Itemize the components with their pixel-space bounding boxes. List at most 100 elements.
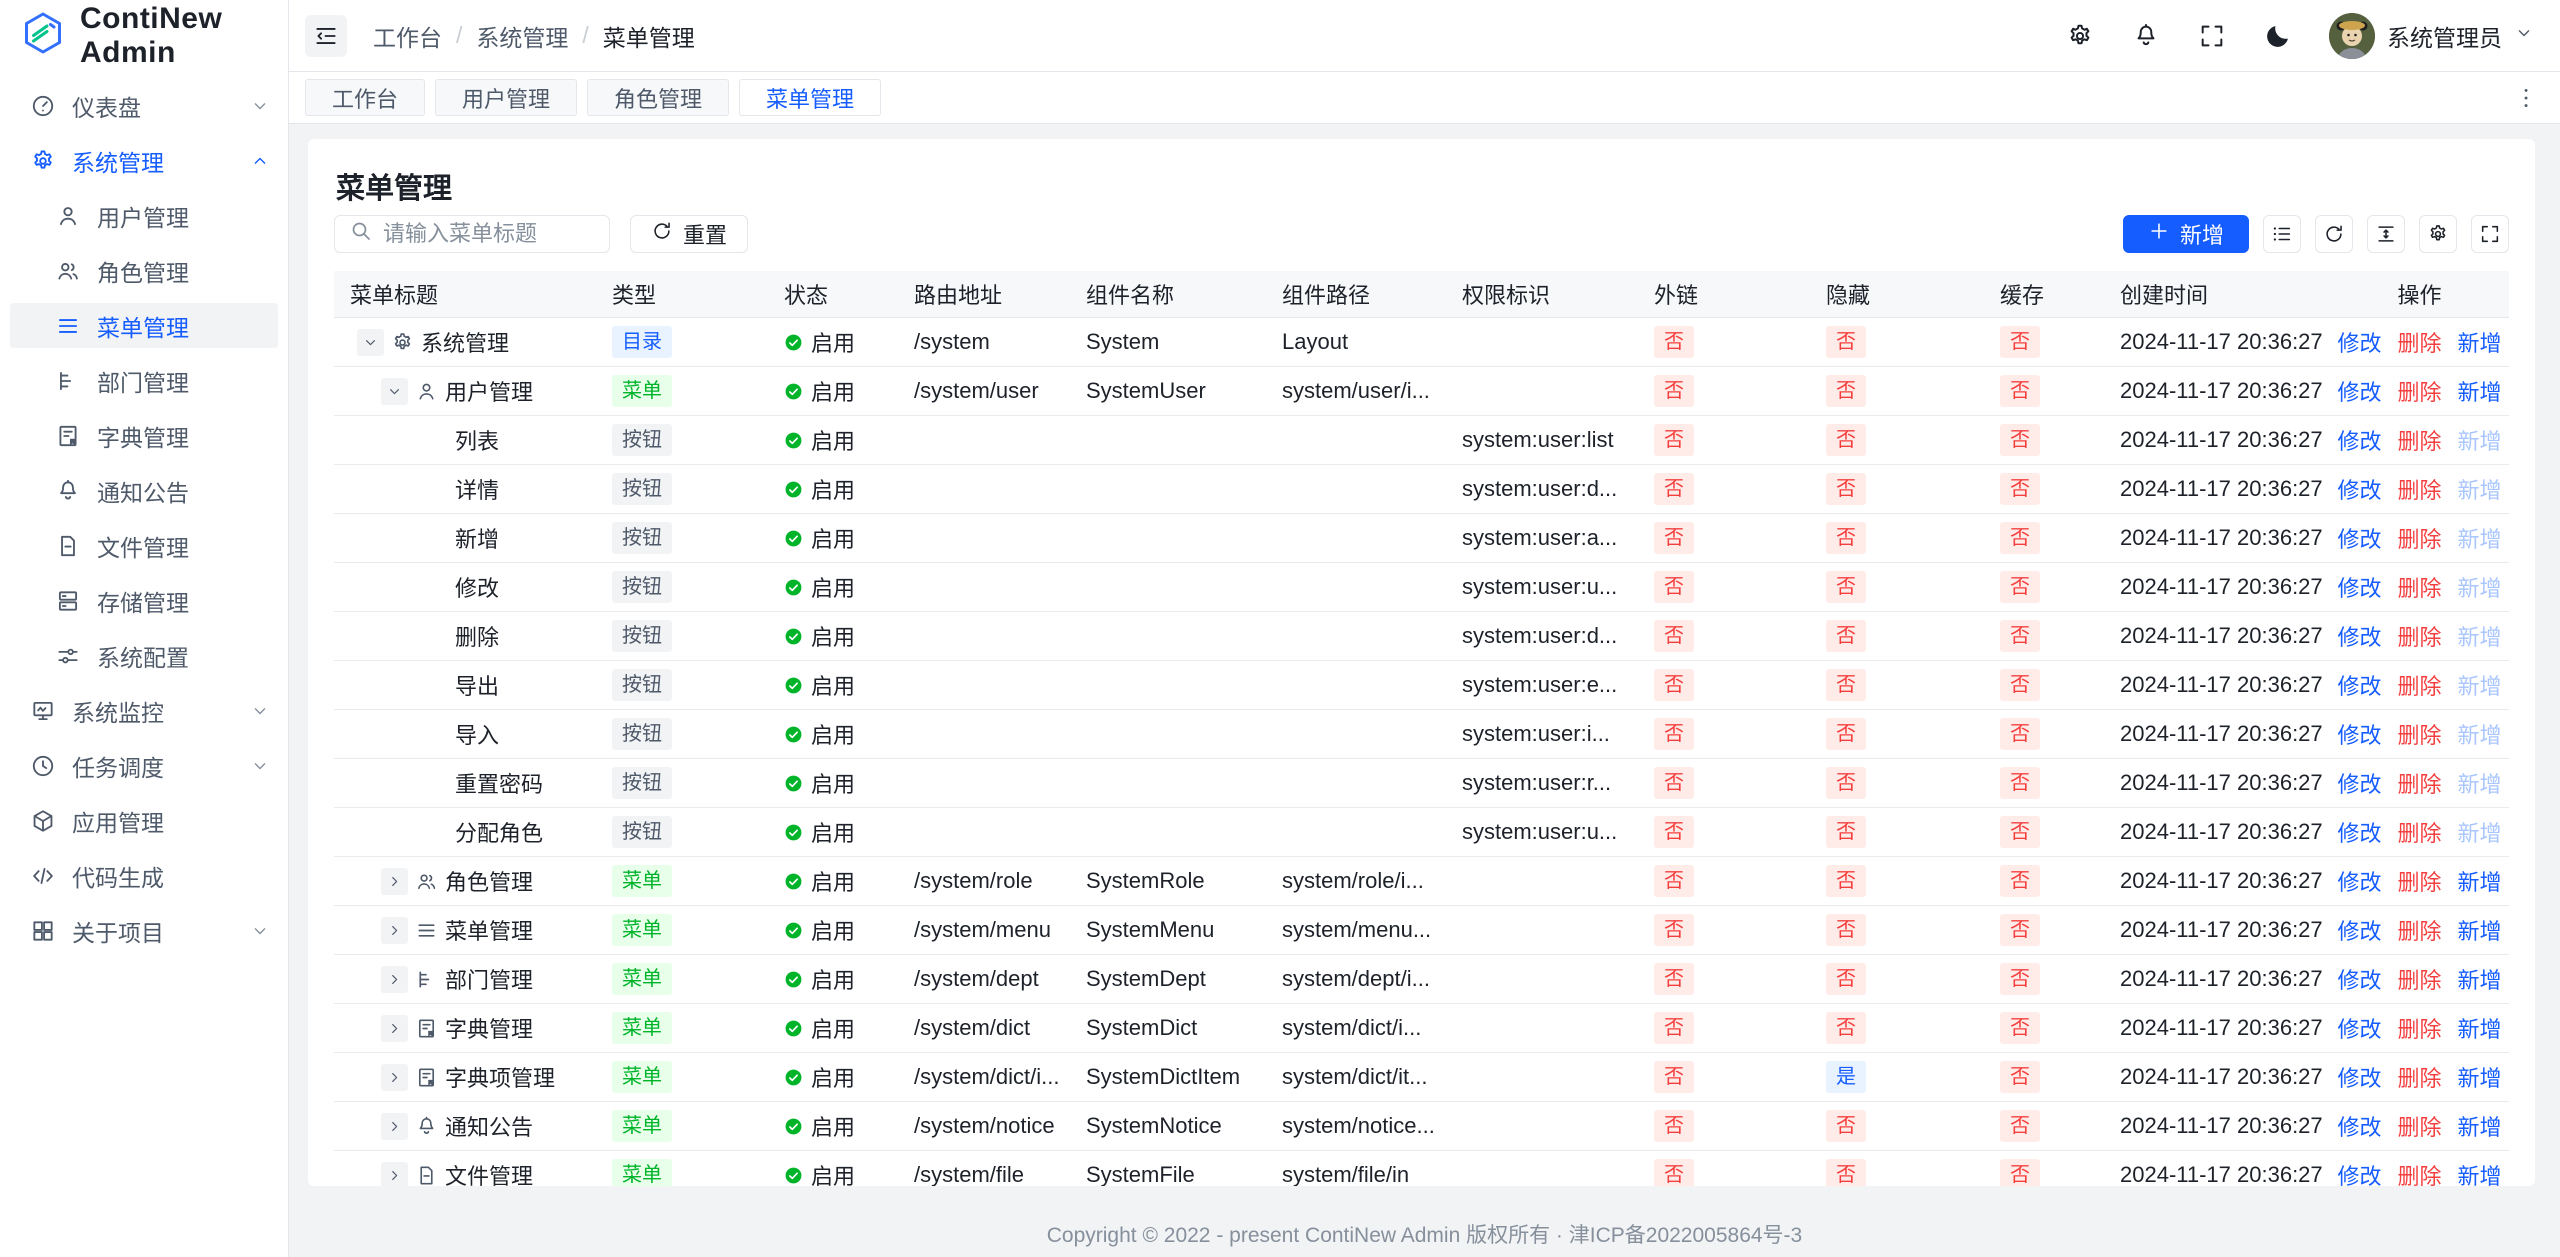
op-edit-link[interactable]: 修改 [2337, 865, 2381, 897]
op-delete-link[interactable]: 删除 [2397, 865, 2441, 897]
op-delete-link[interactable]: 删除 [2397, 963, 2441, 995]
sidebar-item-用户管理[interactable]: 用户管理 [0, 188, 288, 243]
dark-mode-moon-icon[interactable] [2263, 21, 2293, 51]
op-edit-link[interactable]: 修改 [2337, 1012, 2381, 1044]
op-add-link[interactable]: 新增 [2458, 865, 2502, 897]
op-delete-link[interactable]: 删除 [2397, 816, 2441, 848]
op-delete-link[interactable]: 删除 [2397, 767, 2441, 799]
sidebar-item-通知公告[interactable]: 通知公告 [0, 463, 288, 518]
op-add-link[interactable]: 新增 [2458, 1012, 2502, 1044]
sidebar-item-文件管理[interactable]: 文件管理 [0, 518, 288, 573]
op-delete-link[interactable]: 删除 [2397, 1110, 2441, 1142]
sidebar-item-菜单管理[interactable]: 菜单管理 [0, 298, 288, 353]
check-circle-icon [784, 480, 803, 499]
op-edit-link[interactable]: 修改 [2337, 1110, 2381, 1142]
hidden-badge: 否 [1826, 963, 1866, 995]
sidebar-item-任务调度[interactable]: 任务调度 [0, 738, 288, 793]
op-delete-link[interactable]: 删除 [2397, 571, 2441, 603]
sidebar-item-部门管理[interactable]: 部门管理 [0, 353, 288, 408]
op-edit-link[interactable]: 修改 [2337, 914, 2381, 946]
notification-bell-icon[interactable] [2131, 21, 2161, 51]
op-edit-link[interactable]: 修改 [2337, 963, 2381, 995]
op-edit-link[interactable]: 修改 [2337, 571, 2381, 603]
op-edit-link[interactable]: 修改 [2337, 473, 2381, 505]
settings-icon[interactable] [2065, 21, 2095, 51]
sidebar-item-关于项目[interactable]: 关于项目 [0, 903, 288, 958]
op-delete-link[interactable]: 删除 [2397, 914, 2441, 946]
tab-用户管理[interactable]: 用户管理 [435, 79, 577, 116]
tab-more-icon[interactable] [2508, 80, 2544, 116]
tree-toggle[interactable] [381, 1015, 408, 1042]
tree-toggle[interactable] [381, 378, 408, 405]
add-button[interactable]: 新增 [2123, 215, 2249, 253]
sidebar-item-仪表盘[interactable]: 仪表盘 [0, 78, 288, 133]
refresh-table-button[interactable] [2315, 215, 2353, 253]
status-cell: 启用 [768, 767, 898, 799]
tree-toggle[interactable] [381, 917, 408, 944]
op-add-link[interactable]: 新增 [2458, 375, 2502, 407]
sidebar-item-系统管理[interactable]: 系统管理 [0, 133, 288, 188]
tab-角色管理[interactable]: 角色管理 [587, 79, 729, 116]
op-edit-link[interactable]: 修改 [2337, 669, 2381, 701]
sidebar-item-系统监控[interactable]: 系统监控 [0, 683, 288, 738]
op-edit-link[interactable]: 修改 [2337, 620, 2381, 652]
op-edit-link[interactable]: 修改 [2337, 816, 2381, 848]
op-add-link[interactable]: 新增 [2458, 326, 2502, 358]
fullscreen-icon[interactable] [2197, 21, 2227, 51]
op-edit-link[interactable]: 修改 [2337, 326, 2381, 358]
sidebar-item-字典管理[interactable]: 字典管理 [0, 408, 288, 463]
op-delete-link[interactable]: 删除 [2397, 1159, 2441, 1186]
op-edit-link[interactable]: 修改 [2337, 424, 2381, 456]
tree-toggle[interactable] [381, 1064, 408, 1091]
op-add-link[interactable]: 新增 [2458, 1159, 2502, 1186]
op-delete-link[interactable]: 删除 [2397, 522, 2441, 554]
sidebar-item-应用管理[interactable]: 应用管理 [0, 793, 288, 848]
op-delete-link[interactable]: 删除 [2397, 718, 2441, 750]
cache-badge: 否 [2000, 326, 2040, 358]
table-fullscreen-button[interactable] [2471, 215, 2509, 253]
op-delete-link[interactable]: 删除 [2397, 424, 2441, 456]
breadcrumb-item-系统管理[interactable]: 系统管理 [476, 19, 568, 53]
op-delete-link[interactable]: 删除 [2397, 473, 2441, 505]
op-delete-link[interactable]: 删除 [2397, 1012, 2441, 1044]
op-delete-link[interactable]: 删除 [2397, 326, 2441, 358]
list-view-button[interactable] [2263, 215, 2301, 253]
user-menu[interactable]: 系统管理员 [2329, 13, 2534, 59]
op-add-link[interactable]: 新增 [2458, 1110, 2502, 1142]
op-delete-link[interactable]: 删除 [2397, 669, 2441, 701]
op-edit-link[interactable]: 修改 [2337, 718, 2381, 750]
op-add-link[interactable]: 新增 [2458, 963, 2502, 995]
reset-button[interactable]: 重置 [630, 215, 748, 253]
breadcrumb-item-工作台[interactable]: 工作台 [373, 19, 442, 53]
tree-toggle[interactable] [381, 868, 408, 895]
tree-toggle[interactable] [381, 1162, 408, 1187]
status-text: 启用 [811, 1110, 855, 1142]
op-add-link[interactable]: 新增 [2458, 1061, 2502, 1093]
op-delete-link[interactable]: 删除 [2397, 375, 2441, 407]
tree-toggle[interactable] [357, 329, 384, 356]
sidebar-item-存储管理[interactable]: 存储管理 [0, 573, 288, 628]
sidebar-item-角色管理[interactable]: 角色管理 [0, 243, 288, 298]
sidebar-item-代码生成[interactable]: 代码生成 [0, 848, 288, 903]
sidebar-collapse-button[interactable] [305, 15, 347, 57]
app-root: ContiNew Admin 仪表盘系统管理用户管理角色管理菜单管理部门管理字典… [0, 0, 2560, 1257]
search-input[interactable] [383, 221, 595, 247]
username: 系统管理员 [2387, 19, 2502, 53]
tree-toggle[interactable] [381, 1113, 408, 1140]
op-delete-link[interactable]: 删除 [2397, 620, 2441, 652]
op-edit-link[interactable]: 修改 [2337, 522, 2381, 554]
op-edit-link[interactable]: 修改 [2337, 767, 2381, 799]
type-badge: 按钮 [612, 473, 672, 505]
op-add-link[interactable]: 新增 [2458, 914, 2502, 946]
logo[interactable]: ContiNew Admin [0, 0, 288, 72]
sidebar-item-系统配置[interactable]: 系统配置 [0, 628, 288, 683]
op-edit-link[interactable]: 修改 [2337, 1061, 2381, 1093]
op-edit-link[interactable]: 修改 [2337, 375, 2381, 407]
column-settings-button[interactable] [2419, 215, 2457, 253]
op-delete-link[interactable]: 删除 [2397, 1061, 2441, 1093]
tab-菜单管理[interactable]: 菜单管理 [739, 79, 881, 116]
row-height-button[interactable] [2367, 215, 2405, 253]
tab-工作台[interactable]: 工作台 [305, 79, 425, 116]
op-edit-link[interactable]: 修改 [2337, 1159, 2381, 1186]
tree-toggle[interactable] [381, 966, 408, 993]
